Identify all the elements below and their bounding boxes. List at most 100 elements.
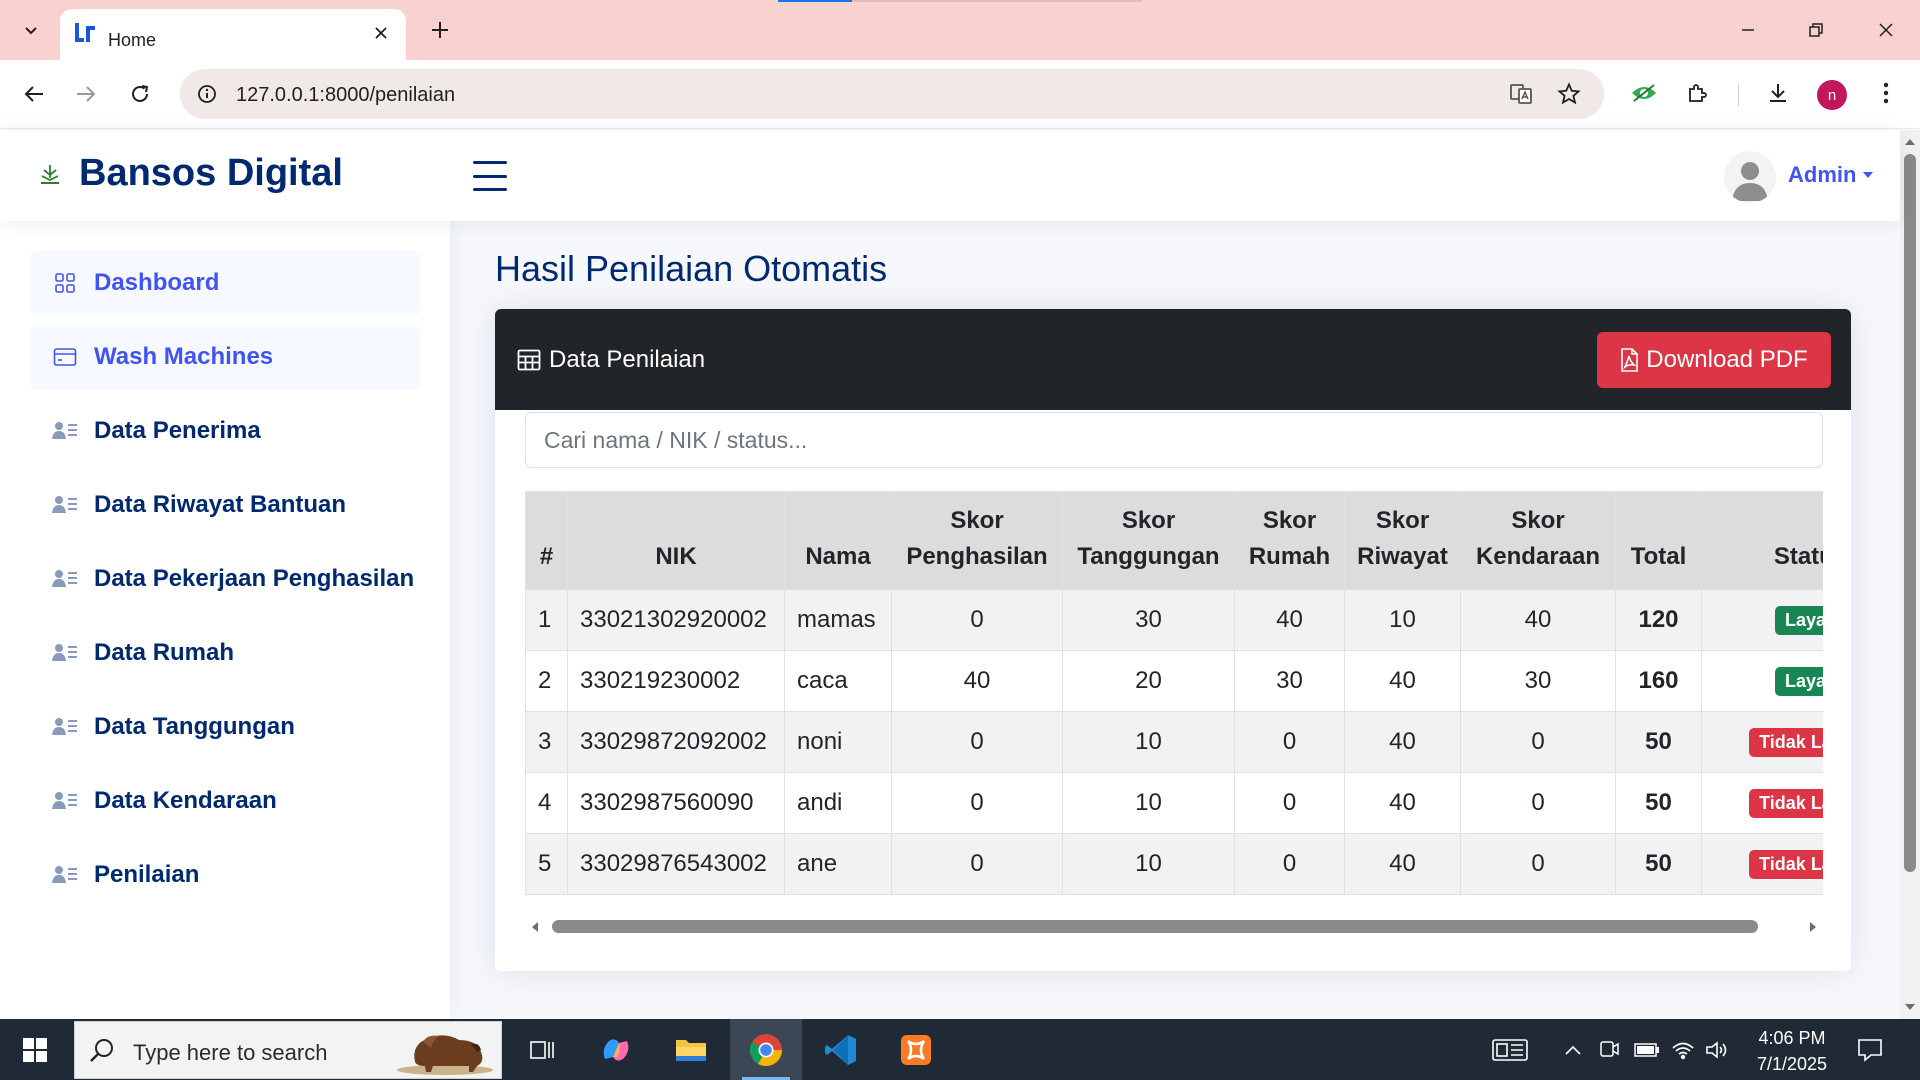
profile-avatar[interactable]: n bbox=[1817, 80, 1847, 110]
search-input[interactable] bbox=[525, 412, 1823, 468]
person-lines-icon bbox=[52, 788, 78, 814]
cell-nik: 33029872092002 bbox=[567, 711, 785, 773]
table-row: 4 3302987560090 andi 0 10 0 40 0 50 Tida… bbox=[525, 772, 1823, 834]
sidebar-item-penilaian[interactable]: Penilaian bbox=[30, 843, 420, 907]
taskbar-search[interactable]: Type here to search bbox=[74, 1021, 502, 1079]
restore-icon[interactable] bbox=[1796, 14, 1836, 46]
bookmark-star-icon[interactable] bbox=[1554, 79, 1584, 109]
extension-eye-icon[interactable] bbox=[1626, 75, 1662, 111]
download-pdf-button[interactable]: Download PDF bbox=[1597, 332, 1831, 388]
tab-list-chevron-icon[interactable] bbox=[14, 12, 48, 48]
col-header-nama: Nama bbox=[784, 491, 892, 590]
card-title: Data Penilaian bbox=[517, 346, 705, 374]
minimize-icon[interactable] bbox=[1728, 14, 1768, 46]
col-header-no: # bbox=[525, 491, 568, 590]
vscode-icon[interactable] bbox=[805, 1019, 877, 1080]
cell-skor-tanggungan: 10 bbox=[1062, 833, 1235, 895]
cell-skor-kendaraan: 0 bbox=[1460, 772, 1616, 834]
sidebar-item-data-kendaraan[interactable]: Data Kendaraan bbox=[30, 769, 420, 833]
translate-icon[interactable] bbox=[1506, 79, 1536, 109]
search-highlight-bison-icon bbox=[393, 1026, 497, 1080]
cell-skor-rumah: 40 bbox=[1234, 589, 1345, 651]
windows-start-icon[interactable] bbox=[0, 1019, 70, 1080]
sidebar-item-label: Dashboard bbox=[94, 269, 220, 296]
page-title: Hasil Penilaian Otomatis bbox=[495, 248, 888, 289]
scroll-right-icon[interactable] bbox=[1803, 917, 1823, 937]
brand-title[interactable]: Bansos Digital bbox=[79, 152, 343, 195]
col-header-skor-penghasilan: Skor Penghasilan bbox=[891, 491, 1063, 590]
clock-date: 7/1/2025 bbox=[1756, 1054, 1828, 1074]
search-icon bbox=[89, 1037, 115, 1068]
sidebar-item-data-pekerjaan-penghasilan[interactable]: Data Pekerjaan Penghasilan bbox=[30, 547, 420, 611]
browser-menu-icon[interactable] bbox=[1868, 75, 1904, 111]
battery-icon[interactable] bbox=[1632, 1035, 1662, 1065]
sidebar-toggle-icon[interactable] bbox=[470, 158, 510, 194]
user-name[interactable]: Admin bbox=[1788, 162, 1856, 188]
status-badge: Layak bbox=[1774, 667, 1823, 696]
cell-no: 5 bbox=[525, 833, 568, 895]
horizontal-scrollbar[interactable] bbox=[525, 915, 1823, 939]
xampp-icon[interactable] bbox=[880, 1019, 952, 1080]
table-row: 2 330219230002 caca 40 20 30 40 30 160 L… bbox=[525, 650, 1823, 712]
cell-skor-kendaraan: 0 bbox=[1460, 711, 1616, 773]
forward-icon[interactable] bbox=[66, 74, 106, 114]
cell-nama: ane bbox=[784, 833, 892, 895]
task-view-icon[interactable] bbox=[506, 1019, 578, 1080]
horizontal-scroll-thumb[interactable] bbox=[552, 920, 1758, 933]
cell-skor-tanggungan: 30 bbox=[1062, 589, 1235, 651]
table-scroll-container[interactable]: # NIK Nama Skor Penghasilan Skor Tanggunga… bbox=[525, 491, 1823, 901]
scroll-left-icon[interactable] bbox=[525, 917, 545, 937]
reload-icon[interactable] bbox=[120, 74, 160, 114]
new-tab-icon[interactable] bbox=[424, 14, 456, 46]
vertical-scrollbar[interactable] bbox=[1900, 130, 1920, 1019]
tab-title: Home bbox=[108, 30, 157, 50]
sidebar-item-dashboard[interactable]: Dashboard bbox=[30, 251, 420, 315]
chrome-taskbar-icon[interactable] bbox=[730, 1019, 802, 1080]
scroll-down-icon[interactable] bbox=[1902, 999, 1918, 1015]
sidebar-item-data-rumah[interactable]: Data Rumah bbox=[30, 621, 420, 685]
sidebar-item-data-penerima[interactable]: Data Penerima bbox=[30, 399, 420, 463]
window-close-icon[interactable] bbox=[1866, 14, 1906, 46]
cell-skor-riwayat: 40 bbox=[1344, 833, 1461, 895]
sidebar-item-data-riwayat-bantuan[interactable]: Data Riwayat Bantuan bbox=[30, 473, 420, 537]
status-badge: Layak bbox=[1774, 606, 1823, 635]
col-header-total: Total bbox=[1615, 491, 1702, 590]
taskbar-clock[interactable]: 4:06 PM 7/1/2025 bbox=[1742, 1025, 1842, 1077]
sidebar: Dashboard Wash Machines Data Penerima Da… bbox=[0, 221, 450, 1019]
cell-skor-tanggungan: 20 bbox=[1062, 650, 1235, 712]
sidebar-item-data-tanggungan[interactable]: Data Tanggungan bbox=[30, 695, 420, 759]
user-avatar[interactable] bbox=[1724, 151, 1776, 203]
extensions-puzzle-icon[interactable] bbox=[1680, 75, 1716, 111]
tab-close-icon[interactable] bbox=[368, 20, 394, 46]
sidebar-item-label: Data Pekerjaan Penghasilan bbox=[94, 565, 415, 592]
meet-now-icon[interactable] bbox=[1594, 1035, 1624, 1065]
loading-indicator bbox=[778, 0, 852, 2]
clock-time: 4:06 PM bbox=[1758, 1028, 1826, 1048]
wifi-icon[interactable] bbox=[1668, 1035, 1698, 1065]
status-badge: Tidak Layak bbox=[1749, 789, 1823, 818]
sidebar-item-wash-machines[interactable]: Wash Machines bbox=[30, 325, 420, 389]
person-lines-icon bbox=[52, 492, 78, 518]
volume-icon[interactable] bbox=[1702, 1035, 1732, 1065]
downloads-icon[interactable] bbox=[1760, 75, 1796, 111]
scroll-up-icon[interactable] bbox=[1902, 134, 1918, 150]
copilot-icon[interactable] bbox=[580, 1019, 652, 1080]
browser-tab[interactable]: Home bbox=[60, 9, 406, 60]
user-menu[interactable]: Admin bbox=[1788, 162, 1874, 188]
cell-no: 2 bbox=[525, 650, 568, 712]
vertical-scroll-thumb[interactable] bbox=[1904, 154, 1916, 872]
status-badge: Tidak Layak bbox=[1749, 850, 1823, 879]
cell-total: 50 bbox=[1615, 711, 1702, 773]
file-explorer-icon[interactable] bbox=[655, 1019, 727, 1080]
cell-skor-rumah: 0 bbox=[1234, 772, 1345, 834]
site-info-icon[interactable] bbox=[192, 79, 222, 109]
notification-icon[interactable] bbox=[1854, 1034, 1886, 1066]
news-widget-icon[interactable] bbox=[1490, 1035, 1530, 1065]
show-hidden-icons-icon[interactable] bbox=[1558, 1035, 1588, 1065]
person-lines-icon bbox=[52, 566, 78, 592]
url-text[interactable]: 127.0.0.1:8000/penilaian bbox=[236, 84, 455, 107]
table-header-row: # NIK Nama Skor Penghasilan Skor Tanggunga… bbox=[525, 491, 1823, 590]
cell-skor-kendaraan: 40 bbox=[1460, 589, 1616, 651]
back-icon[interactable] bbox=[14, 74, 54, 114]
address-bar[interactable]: 127.0.0.1:8000/penilaian bbox=[180, 69, 1604, 119]
